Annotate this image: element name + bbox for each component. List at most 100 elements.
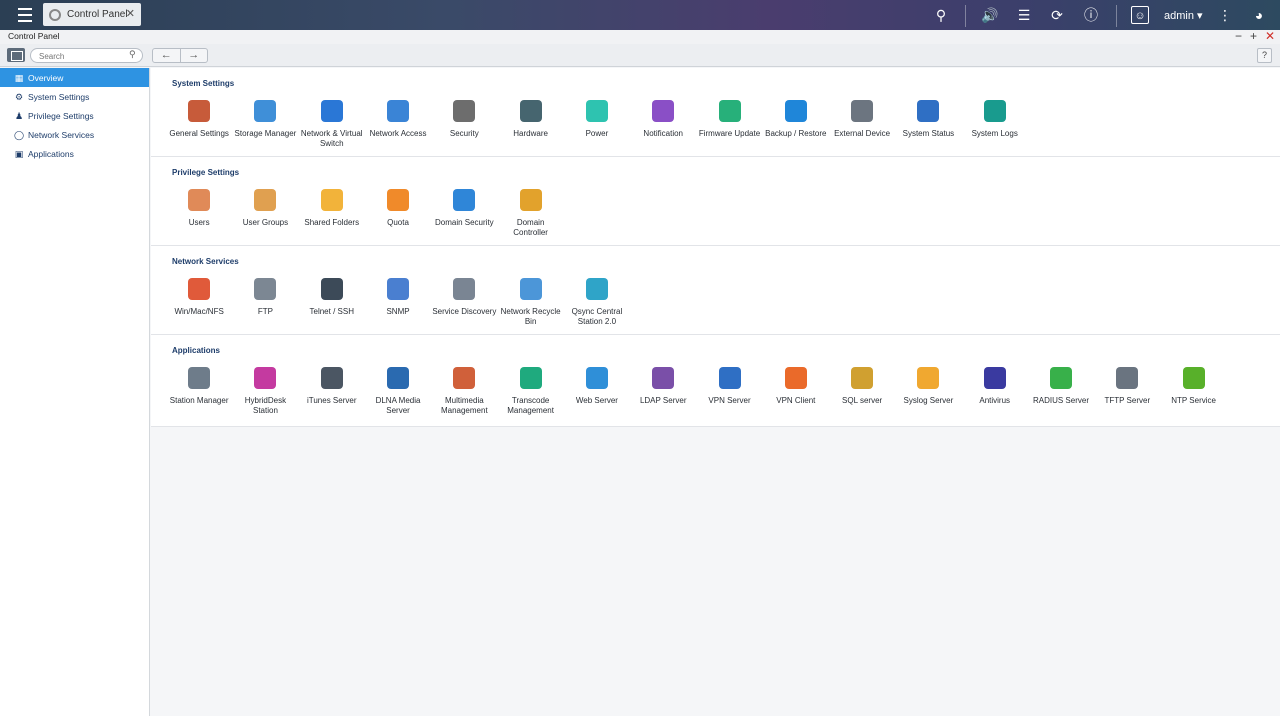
- app-snmp[interactable]: SNMP: [365, 278, 431, 327]
- app-station-manager[interactable]: Station Manager: [166, 367, 232, 416]
- app-antivirus[interactable]: Antivirus: [962, 367, 1028, 416]
- app-label: DLNA Media Server: [375, 396, 421, 415]
- app-external-device[interactable]: External Device: [829, 100, 895, 149]
- app-notification[interactable]: Notification: [630, 100, 696, 149]
- app-hardware[interactable]: Hardware: [497, 100, 563, 149]
- app-general-settings[interactable]: General Settings: [166, 100, 232, 149]
- app-qsync-central-station-2-0[interactable]: Qsync Central Station 2.0: [564, 278, 630, 327]
- app-network-recycle-bin[interactable]: Network Recycle Bin: [497, 278, 563, 327]
- section-title: Applications: [172, 346, 221, 355]
- app-telnet-ssh[interactable]: Telnet / SSH: [299, 278, 365, 327]
- app-security[interactable]: Security: [431, 100, 497, 149]
- tasks-icon[interactable]: ☰: [1015, 6, 1033, 24]
- web-server-icon: [585, 367, 608, 389]
- app-storage-manager[interactable]: Storage Manager: [232, 100, 298, 149]
- separator: [1116, 5, 1117, 27]
- sidebar-item-label: System Settings: [28, 91, 90, 102]
- network-access-icon: [387, 100, 410, 122]
- app-shared-folders[interactable]: Shared Folders: [299, 189, 365, 238]
- help-button[interactable]: ?: [1257, 48, 1272, 63]
- app-label: System Status: [902, 129, 955, 138]
- app-ntp-service[interactable]: NTP Service: [1160, 367, 1226, 416]
- station-manager-icon: [188, 367, 211, 389]
- app-label: LDAP Server: [639, 396, 687, 405]
- app-domain-controller[interactable]: Domain Controller: [497, 189, 563, 238]
- backup-restore-icon: [784, 100, 807, 122]
- app-label: Network Recycle Bin: [500, 307, 561, 326]
- app-label: FTP: [257, 307, 273, 316]
- app-backup-restore[interactable]: Backup / Restore: [763, 100, 829, 149]
- sidebar-item-privilege-settings[interactable]: ♟ Privilege Settings: [0, 106, 149, 125]
- dashboard-icon[interactable]: ◕: [1250, 6, 1268, 24]
- search-icon[interactable]: ⚲: [129, 49, 139, 59]
- app-power[interactable]: Power: [564, 100, 630, 149]
- forward-button[interactable]: →: [181, 49, 208, 62]
- sync-icon[interactable]: ⟳: [1048, 6, 1066, 24]
- domain-controller-icon: [519, 189, 542, 211]
- app-system-status[interactable]: System Status: [895, 100, 961, 149]
- section-system-settings: System Settings General Settings Storage …: [151, 68, 1280, 157]
- app-radius-server[interactable]: RADIUS Server: [1028, 367, 1094, 416]
- app-win-mac-nfs[interactable]: Win/Mac/NFS: [166, 278, 232, 327]
- app-vpn-client[interactable]: VPN Client: [763, 367, 829, 416]
- app-user-groups[interactable]: User Groups: [232, 189, 298, 238]
- app-dlna-media-server[interactable]: DLNA Media Server: [365, 367, 431, 416]
- back-button[interactable]: ←: [153, 49, 181, 62]
- app-users[interactable]: Users: [166, 189, 232, 238]
- app-network-access[interactable]: Network Access: [365, 100, 431, 149]
- sidebar-item-overview[interactable]: ▦ Overview: [0, 68, 149, 87]
- more-options-icon[interactable]: ⋮: [1216, 6, 1234, 24]
- main-menu-button[interactable]: [12, 4, 38, 26]
- maximize-icon[interactable]: +: [1250, 29, 1257, 43]
- sidebar-item-label: Privilege Settings: [28, 110, 94, 121]
- app-firmware-update[interactable]: Firmware Update: [696, 100, 762, 149]
- app-label: Shared Folders: [304, 218, 360, 227]
- app-label: Firmware Update: [698, 129, 761, 138]
- sidebar-item-system-settings[interactable]: ⚙ System Settings: [0, 87, 149, 106]
- app-tftp-server[interactable]: TFTP Server: [1094, 367, 1160, 416]
- minimize-icon[interactable]: −: [1235, 29, 1242, 43]
- ftp-icon: [254, 278, 277, 300]
- search-icon[interactable]: ⚲: [932, 6, 950, 24]
- firmware-update-icon: [718, 100, 741, 122]
- app-label: General Settings: [169, 129, 229, 138]
- app-transcode-management[interactable]: Transcode Management: [497, 367, 563, 416]
- app-domain-security[interactable]: Domain Security: [431, 189, 497, 238]
- app-hybriddesk-station[interactable]: HybridDesk Station: [232, 367, 298, 416]
- user-icon[interactable]: ☺: [1131, 6, 1149, 24]
- tab-control-panel[interactable]: Control Panel ✕: [43, 3, 141, 26]
- app-syslog-server[interactable]: Syslog Server: [895, 367, 961, 416]
- main-content: System Settings General Settings Storage …: [151, 68, 1280, 716]
- app-service-discovery[interactable]: Service Discovery: [431, 278, 497, 327]
- app-network-virtual-switch[interactable]: Network & Virtual Switch: [299, 100, 365, 149]
- app-label: NTP Service: [1171, 396, 1216, 405]
- app-quota[interactable]: Quota: [365, 189, 431, 238]
- sidebar-item-applications[interactable]: ▣ Applications: [0, 144, 149, 163]
- app-label: Qsync Central Station 2.0: [571, 307, 623, 326]
- app-multimedia-management[interactable]: Multimedia Management: [431, 367, 497, 416]
- user-menu[interactable]: admin ▾: [1164, 9, 1203, 22]
- close-icon[interactable]: ✕: [126, 7, 135, 20]
- app-label: Power: [585, 129, 609, 138]
- search-input[interactable]: [30, 48, 143, 63]
- close-icon[interactable]: ✕: [1265, 29, 1275, 43]
- app-ftp[interactable]: FTP: [232, 278, 298, 327]
- view-toggle-icon[interactable]: [7, 48, 25, 62]
- app-label: External Device: [834, 129, 891, 138]
- app-sql-server[interactable]: SQL server: [829, 367, 895, 416]
- notification-icon: [652, 100, 675, 122]
- info-icon[interactable]: ⓘ: [1082, 6, 1100, 24]
- volume-icon[interactable]: 🔊: [981, 6, 999, 24]
- ldap-server-icon: [652, 367, 675, 389]
- system-logs-icon: [983, 100, 1006, 122]
- app-itunes-server[interactable]: iTunes Server: [299, 367, 365, 416]
- app-web-server[interactable]: Web Server: [564, 367, 630, 416]
- app-system-logs[interactable]: System Logs: [962, 100, 1028, 149]
- app-vpn-server[interactable]: VPN Server: [696, 367, 762, 416]
- multimedia-management-icon: [453, 367, 476, 389]
- power-icon: [585, 100, 608, 122]
- app-ldap-server[interactable]: LDAP Server: [630, 367, 696, 416]
- syslog-server-icon: [917, 367, 940, 389]
- section-privilege-settings: Privilege Settings Users User Groups Share…: [151, 157, 1280, 246]
- sidebar-item-network-services[interactable]: ◯ Network Services: [0, 125, 149, 144]
